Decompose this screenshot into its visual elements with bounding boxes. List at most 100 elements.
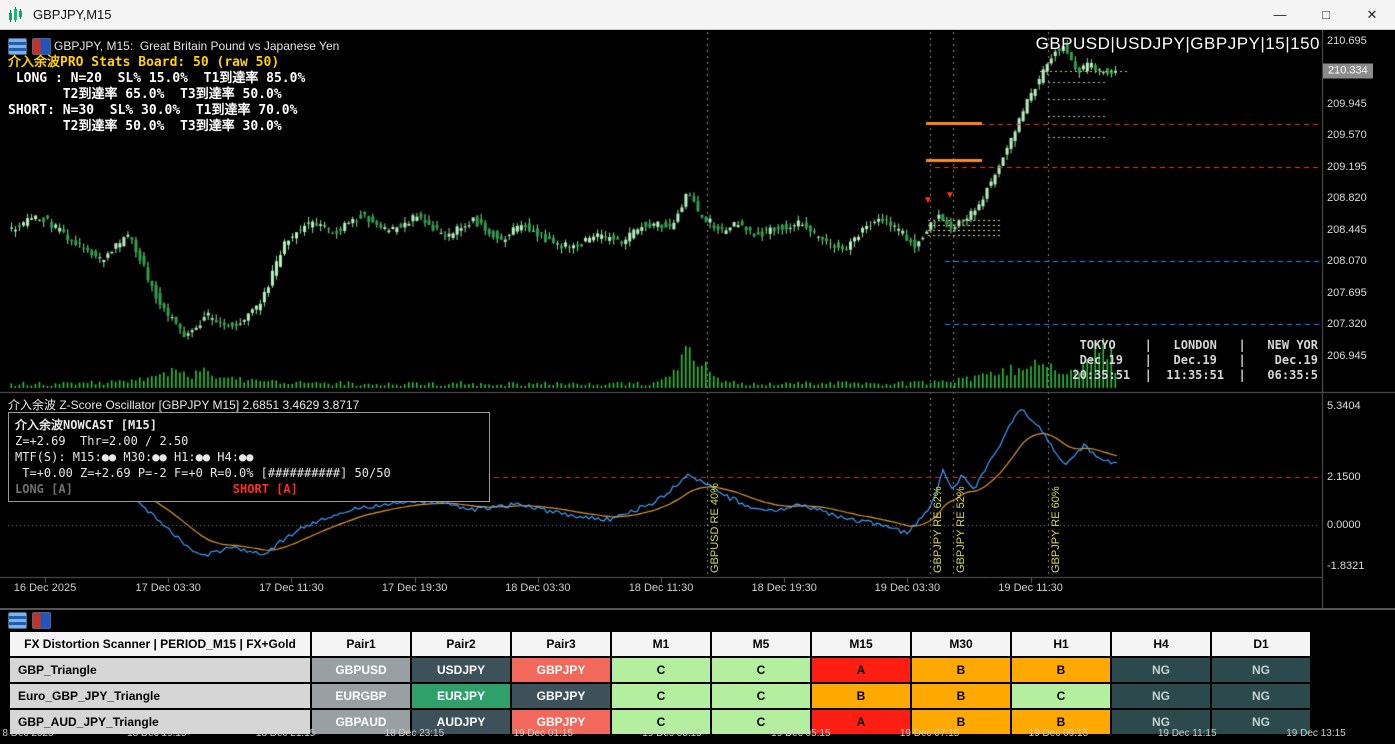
sell-signal-arrow-icon: ▼ [945,191,955,201]
scanner-axis-label: 19 Dec 03:15 [642,728,702,739]
scanner-axis-label: 18 Dec 21:15 [256,728,316,739]
nowcast-long-status: LONG [A] [15,481,73,497]
scanner-axis-label: 19 Dec 09:15 [1029,728,1089,739]
nowcast-footer: LONG [A] SHORT [A] [15,481,483,497]
price-scale-label: 207.320 [1327,318,1367,330]
time-axis-label: 19 Dec 03:30 [875,582,940,594]
app-icon [7,5,27,25]
time-axis-label: 16 Dec 2025 [14,582,76,594]
scanner-row: Euro_GBP_JPY_TriangleEURGBPEURJPYGBPJPY C… [10,684,1310,708]
scanner-link-icon[interactable] [32,38,51,55]
scanner-column-header: D1 [1212,632,1310,656]
price-scale-label: 209.945 [1327,98,1367,110]
price-scale-label: 210.695 [1327,35,1367,47]
oscillator-scale-label: -1.8321 [1327,560,1364,572]
scanner-grade-cell: NG [1112,684,1210,708]
price-scale-label: 208.070 [1327,255,1367,267]
price-scale-label: 209.570 [1327,129,1367,141]
scanner-grade-cell: NG [1212,658,1310,682]
scanner-grade-cell: B [812,684,910,708]
chart-toolbar-icons [8,38,51,55]
oscillator-title: 介入余波 Z-Score Oscillator [GBPJPY M15] 2.6… [8,396,359,413]
scanner-panel: FX Distortion Scanner | PERIOD_M15 | FX+… [0,608,1395,744]
scanner-pair-cell[interactable]: EURGBP [312,684,410,708]
price-scale-label: 208.820 [1327,192,1367,204]
scanner-axis-label: 8 Dec 2025 [2,728,53,739]
session-dates: Dec.19 | Dec.19 | Dec.19 [1072,353,1318,368]
scanner-axis-label: 18 Dec 23:15 [385,728,445,739]
scanner-table: FX Distortion Scanner | PERIOD_M15 | FX+… [8,630,1312,736]
scanner-pair-cell[interactable]: EURJPY [412,684,510,708]
close-button[interactable]: ✕ [1349,0,1395,29]
scanner-axis-label: 19 Dec 11:15 [1158,728,1217,739]
time-axis-label: 18 Dec 11:30 [629,582,694,594]
scanner-grade-cell: C [712,658,810,682]
event-line-label: GBPJPY RE 52% [955,486,967,573]
scanner-grade-cell: C [1012,684,1110,708]
window-title: GBPJPY,M15 [33,7,112,22]
scanner-column-header: Pair2 [412,632,510,656]
nowcast-progress: T=+0.00 Z=+2.69 P=-2 F=+0 R=0.0% [######… [15,465,483,481]
sell-signal-arrow-icon: ▼ [923,196,933,206]
scanner-column-header: M1 [612,632,710,656]
stats-board-icon[interactable] [8,38,27,55]
time-axis-label: 19 Dec 11:30 [998,582,1063,594]
scanner-axis-label: 19 Dec 05:15 [771,728,831,739]
scanner-column-header: Pair3 [512,632,610,656]
scanner-pair-cell[interactable]: USDJPY [412,658,510,682]
stats-line-long2: T2到達率 65.0% T3到達率 50.0% [8,87,305,103]
time-axis-label: 18 Dec 03:30 [505,582,570,594]
scanner-pair-cell[interactable]: GBPUSD [312,658,410,682]
scanner-grade-cell: NG [1112,658,1210,682]
scanner-grade-cell: C [612,658,710,682]
scanner-axis-label: 19 Dec 13:15 [1286,728,1346,739]
symbol-description: GBPJPY, M15: Great Britain Pound vs Japa… [54,39,339,53]
scanner-axis-label: 18 Dec 19:15 [127,728,187,739]
event-line-label: GBPJPY RE 60% [1050,486,1062,573]
scanner-row-name: GBP_Triangle [10,658,310,682]
window-controls: — □ ✕ [1257,0,1395,29]
scanner-grade-cell: B [912,658,1010,682]
scanner-column-header: M30 [912,632,1010,656]
price-scale-label: 208.445 [1327,224,1367,236]
nowcast-zscore: Z=+2.69 Thr=2.00 / 2.50 [15,433,483,449]
current-price-tag: 210.334 [1323,63,1373,78]
mt-window: GBPJPY,M15 — □ ✕ GBPJPY, M15: Great Brit… [0,0,1395,744]
chart-region: GBPJPY, M15: Great Britain Pound vs Japa… [0,30,1395,608]
stats-line-short2: T2到達率 50.0% T3到達率 30.0% [8,119,305,135]
scanner-stats-icon[interactable] [8,612,27,629]
titlebar: GBPJPY,M15 — □ ✕ [0,0,1395,30]
time-axis-label: 18 Dec 19:30 [751,582,816,594]
oscillator-scale-label: 5.3404 [1327,400,1361,412]
scanner-pair-cell[interactable]: GBPJPY [512,684,610,708]
scanner-row: GBP_TriangleGBPUSDUSDJPYGBPJPYCCABBNGNG [10,658,1310,682]
scanner-grade-cell: A [812,658,910,682]
oscillator-scale-label: 2.1500 [1327,471,1361,483]
event-line-label: GBPJPY RE 62% [932,486,944,573]
time-axis-label: 17 Dec 19:30 [382,582,447,594]
scanner-time-axis: 8 Dec 2025 18 Dec 19:15 18 Dec 21:15 18 Dec… [0,728,1395,742]
scanner-column-header: H1 [1012,632,1110,656]
session-names: TOKYO | LONDON | NEW YOR [1072,338,1318,353]
nowcast-mtf: MTF(S): M15:●● M30:●● H1:●● H4:●● [15,449,483,465]
scanner-title: FX Distortion Scanner | PERIOD_M15 | FX+… [10,632,310,656]
session-times: 20:35:51 | 11:35:51 | 06:35:5 [1072,368,1318,383]
scanner-axis-label: 19 Dec 01:15 [513,728,573,739]
nowcast-title: 介入余波NOWCAST [M15] [15,417,483,433]
price-scale-label: 207.695 [1327,287,1367,299]
symbols-watermark: GBPUSD|USDJPY|GBPJPY|15|150 [1036,34,1320,54]
scanner-grade-cell: C [712,684,810,708]
nowcast-box: 介入余波NOWCAST [M15] Z=+2.69 Thr=2.00 / 2.5… [8,412,490,502]
time-axis-label: 17 Dec 11:30 [259,582,324,594]
maximize-button[interactable]: □ [1303,0,1349,29]
scanner-row-name: Euro_GBP_JPY_Triangle [10,684,310,708]
scanner-toolbar [0,610,1395,630]
scanner-pair-cell[interactable]: GBPJPY [512,658,610,682]
scanner-chart-icon[interactable] [32,612,51,629]
scanner-column-header: M15 [812,632,910,656]
minimize-button[interactable]: — [1257,0,1303,29]
time-axis-label: 17 Dec 03:30 [135,582,200,594]
scanner-axis-label: 19 Dec 07:15 [900,728,960,739]
price-scale-label: 206.945 [1327,350,1367,362]
stats-line-long: LONG : N=20 SL% 15.0% T1到達率 85.0% [8,71,305,87]
